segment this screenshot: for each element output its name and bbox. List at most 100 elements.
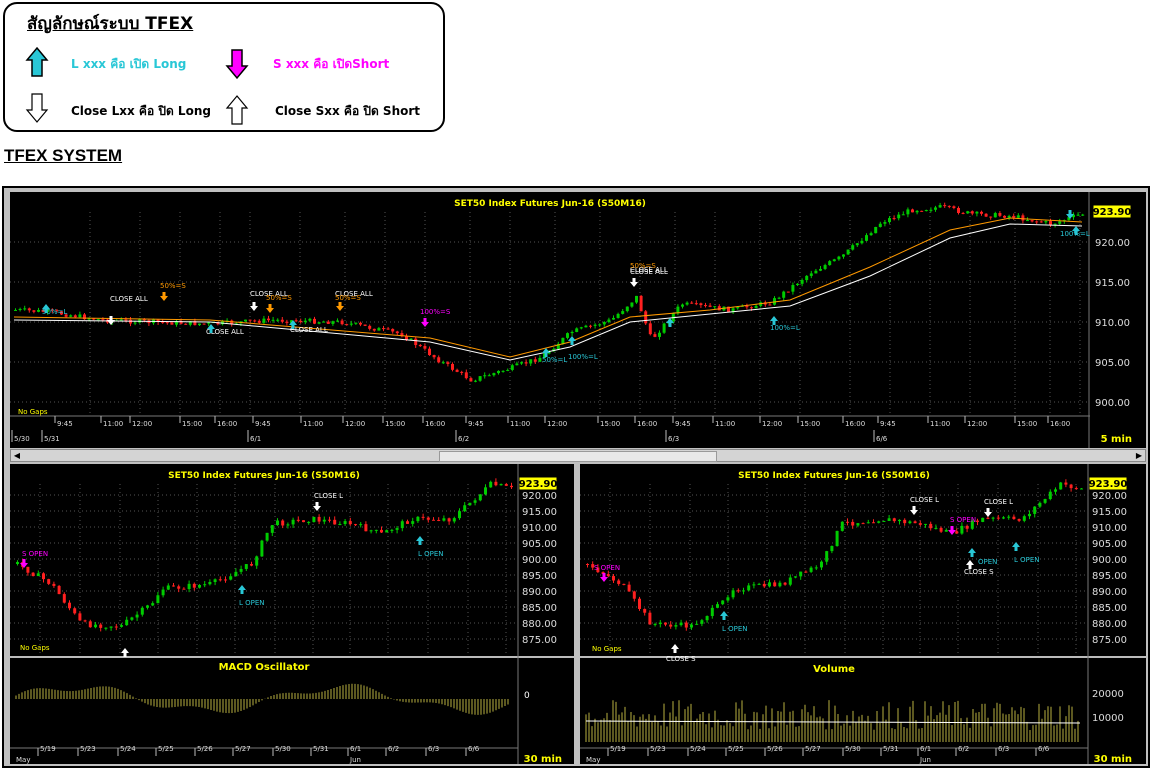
time-scrollbar[interactable]: ◀ ▶ (10, 449, 1146, 462)
price-candle (42, 573, 45, 580)
top-candle (814, 270, 818, 274)
y-tick-label: 910.00 (1095, 318, 1130, 329)
price-candle (276, 520, 279, 526)
price-candle (312, 516, 316, 522)
top-candle (901, 214, 905, 216)
top-candle (487, 375, 491, 377)
top-candle (570, 331, 574, 334)
price-candle (695, 623, 699, 625)
price-candle (903, 519, 907, 524)
white-down-arrow-icon (630, 278, 638, 287)
top-candle (124, 319, 128, 321)
signal-label: OPEN (978, 558, 997, 566)
price-candle (918, 523, 922, 525)
price-candle (270, 525, 274, 533)
y-tick-label: 10000 (1092, 713, 1124, 724)
x-time-label: 9:45 (880, 420, 896, 428)
top-candle (791, 285, 795, 292)
top-candle (658, 332, 661, 337)
top-candle (980, 211, 983, 214)
price-candle (804, 571, 808, 573)
scroll-left-arrow-icon[interactable]: ◀ (11, 450, 23, 461)
top-candle (690, 302, 694, 304)
price-candle (458, 511, 461, 519)
price-candle (716, 604, 719, 608)
top-candle (1026, 220, 1029, 222)
price-candle (426, 517, 430, 520)
price-candle (783, 582, 787, 585)
price-candle (125, 619, 129, 626)
price-candle (627, 584, 631, 592)
top-candle (970, 211, 974, 214)
left-price-chart[interactable]: SET50 Index Futures Jun-16 (S50M16) No G… (10, 464, 574, 764)
y-tick-label: 900.00 (1095, 398, 1130, 409)
top-candle (386, 328, 390, 330)
top-candle (786, 291, 790, 293)
top-price-chart[interactable]: SET50 Index Futures Jun-16 (S50M16) No G… (10, 192, 1146, 448)
y-tick-label: 920.00 (1092, 491, 1127, 502)
top-timeframe: 5 min (1101, 434, 1132, 445)
top-candle (303, 320, 307, 323)
price-candle (877, 521, 881, 523)
top-candle (170, 322, 174, 325)
price-candle (437, 519, 441, 521)
price-candle (1012, 516, 1016, 520)
price-candle (99, 624, 103, 628)
x-time-label: 9:45 (255, 420, 271, 428)
signal-label: S OPEN (22, 550, 48, 558)
y-tick-label: 920.00 (522, 491, 557, 502)
top-candle (888, 218, 891, 223)
system-title: TFEX SYSTEM (4, 146, 123, 165)
top-candle (777, 297, 781, 299)
white-down-arrow-icon (313, 502, 321, 511)
top-candle (782, 291, 786, 298)
top-candle (271, 319, 275, 321)
price-candle (825, 551, 829, 562)
top-candle (418, 345, 422, 347)
top-candle (892, 218, 896, 220)
scroll-right-arrow-icon[interactable]: ▶ (1133, 450, 1145, 461)
price-candle (239, 568, 243, 572)
x-date-label: 6/6 (1038, 745, 1050, 753)
legend-long-open: L xxx คือ เปิด Long (71, 57, 187, 71)
signal-label: CLOSE L (910, 496, 939, 504)
right-chart-pane[interactable]: SET50 Index Futures Jun-16 (S50M16) No G… (580, 464, 1146, 764)
left-chart-pane[interactable]: SET50 Index Futures Jun-16 (S50M16) No G… (10, 464, 574, 764)
right-timeframe: 30 min (1094, 754, 1132, 764)
top-candle (966, 211, 970, 214)
price-candle (996, 517, 1000, 519)
x-time-label: 16:00 (845, 420, 865, 428)
price-candle (140, 607, 144, 615)
x-time-label: 9:45 (468, 420, 484, 428)
price-candle (721, 600, 725, 605)
price-candle (114, 626, 118, 628)
top-candle (648, 323, 652, 335)
top-candle (506, 369, 510, 371)
top-candle (911, 209, 914, 213)
top-candle (644, 311, 648, 324)
price-candle (1017, 519, 1021, 521)
price-candle (1007, 516, 1011, 518)
top-no-gaps: No Gaps (18, 408, 48, 416)
price-candle (679, 622, 683, 626)
top-candle (1044, 221, 1048, 223)
top-candle (267, 318, 270, 321)
top-candle (998, 213, 1002, 216)
right-price-chart[interactable]: SET50 Index Futures Jun-16 (S50M16) No G… (580, 464, 1146, 764)
price-candle (348, 521, 352, 525)
price-candle (731, 590, 735, 598)
top-candle (276, 319, 280, 321)
white-down-arrow-icon (910, 506, 918, 515)
scroll-thumb[interactable] (439, 451, 717, 462)
y-tick-label: 890.00 (1092, 587, 1127, 598)
price-candle (643, 608, 647, 613)
price-candle (260, 540, 264, 557)
price-candle (1059, 482, 1063, 490)
price-candle (250, 564, 253, 566)
top-candle (363, 324, 367, 326)
price-candle (281, 520, 285, 526)
price-candle (851, 521, 855, 526)
price-candle (504, 484, 508, 486)
top-chart-pane[interactable]: SET50 Index Futures Jun-16 (S50M16) No G… (10, 192, 1146, 448)
price-candle (705, 616, 709, 621)
